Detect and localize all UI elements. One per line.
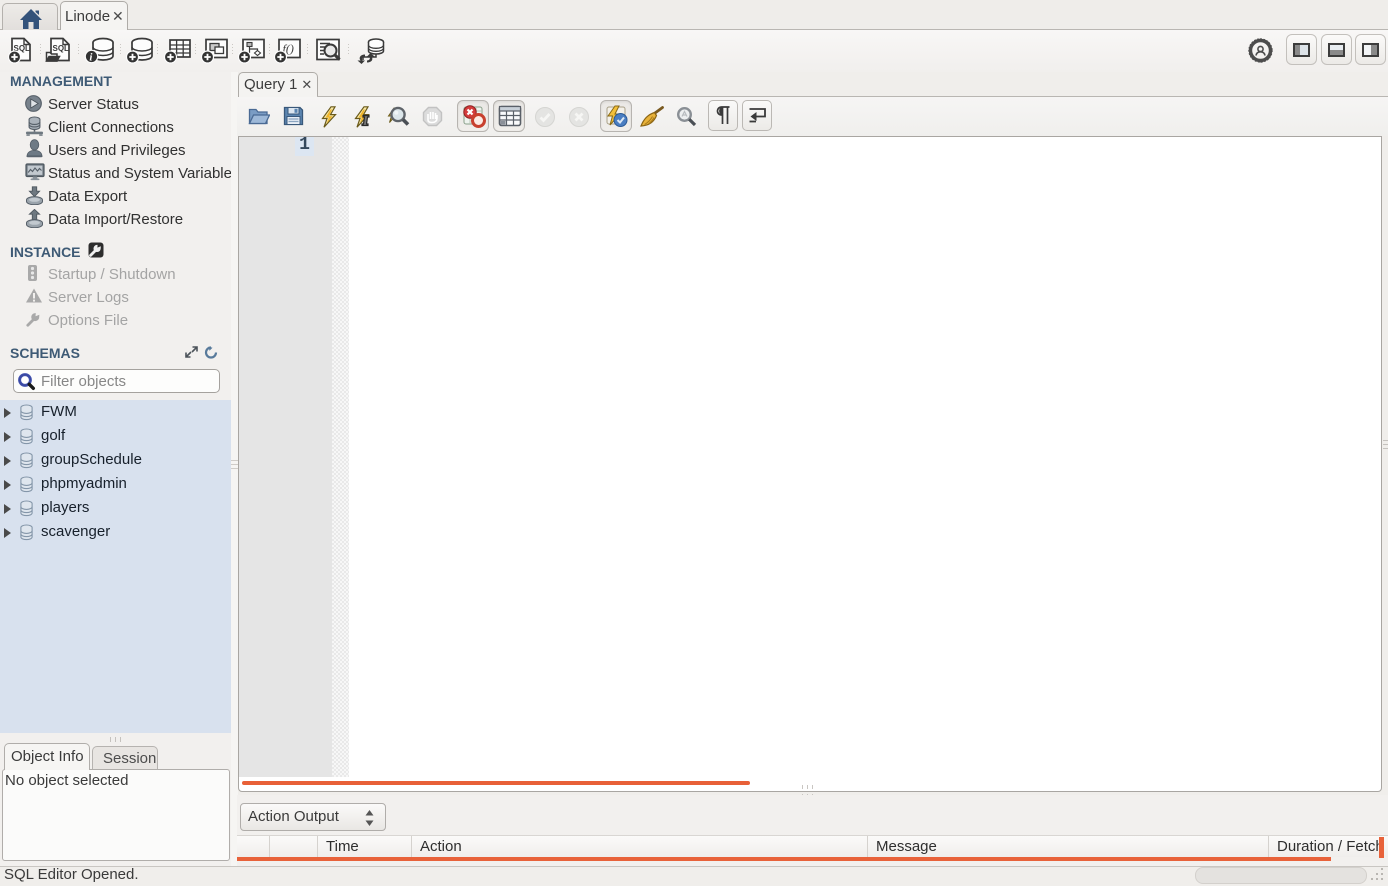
- svg-text:SQL: SQL: [53, 44, 70, 53]
